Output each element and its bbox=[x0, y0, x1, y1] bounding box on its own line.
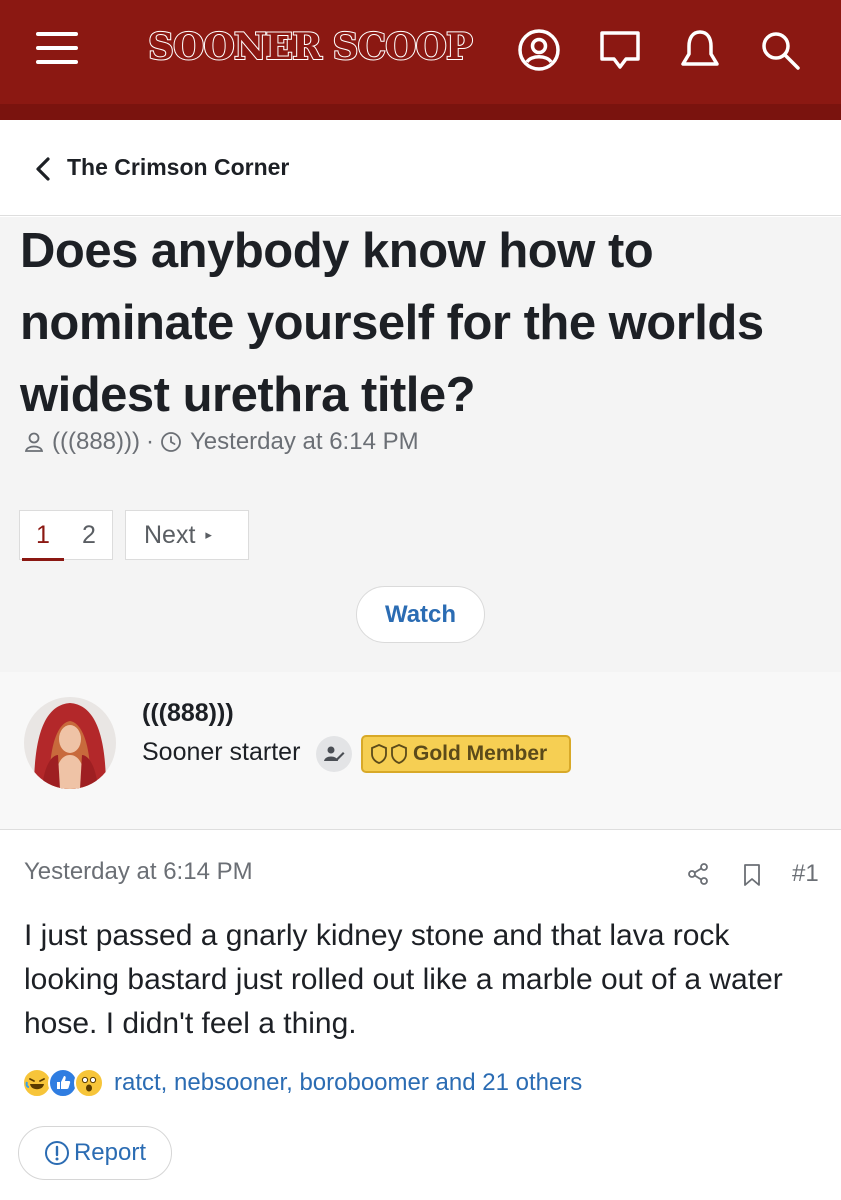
alerts-icon[interactable] bbox=[678, 28, 722, 72]
chevron-left-icon[interactable] bbox=[34, 156, 52, 182]
chat-icon[interactable] bbox=[598, 28, 642, 72]
top-bar-shadow-stripe bbox=[0, 104, 841, 120]
thread-meta: (((888))) · Yesterday at 6:14 PM bbox=[24, 428, 419, 456]
caret-right-icon: ▸ bbox=[205, 527, 212, 542]
search-icon[interactable] bbox=[758, 28, 802, 72]
post-date[interactable]: Yesterday at 6:14 PM bbox=[24, 858, 253, 886]
alert-circle-icon bbox=[44, 1141, 69, 1165]
account-icon[interactable] bbox=[517, 28, 561, 72]
user-icon bbox=[24, 432, 44, 452]
page-1-link[interactable]: 1 bbox=[20, 511, 66, 561]
thread-starter-icon bbox=[316, 736, 352, 772]
breadcrumb-forum-link[interactable]: The Crimson Corner bbox=[67, 154, 289, 181]
next-label: Next bbox=[144, 520, 196, 549]
post-number-link[interactable]: #1 bbox=[792, 860, 819, 888]
share-icon[interactable] bbox=[686, 862, 710, 886]
page-2-link[interactable]: 2 bbox=[66, 511, 112, 559]
report-label: Report bbox=[73, 1139, 147, 1166]
reactions-list-link[interactable]: ratct, nebsooner, boroboomer and 21 othe… bbox=[114, 1069, 582, 1097]
shield-icon bbox=[371, 744, 407, 764]
post-username[interactable]: (((888))) bbox=[142, 699, 234, 728]
user-title: Sooner starter bbox=[142, 738, 301, 766]
thread-author[interactable]: (((888))) bbox=[52, 428, 140, 456]
report-button[interactable]: Report bbox=[18, 1126, 172, 1180]
watch-button[interactable]: Watch bbox=[356, 586, 485, 643]
bookmark-icon[interactable] bbox=[742, 863, 762, 887]
gold-member-badge: Gold Member bbox=[361, 735, 571, 773]
gold-member-label: Gold Member bbox=[413, 742, 548, 765]
page-number-group: 1 2 bbox=[19, 510, 113, 561]
post-body: I just passed a gnarly kidney stone and … bbox=[24, 919, 783, 1040]
next-page-button[interactable]: Next ▸ bbox=[125, 510, 249, 560]
wow-emoji-icon bbox=[74, 1068, 104, 1098]
menu-icon[interactable] bbox=[36, 30, 78, 66]
clock-icon bbox=[161, 432, 181, 452]
meta-separator: · bbox=[146, 428, 154, 455]
avatar[interactable] bbox=[24, 697, 116, 789]
thread-date[interactable]: Yesterday at 6:14 PM bbox=[190, 428, 419, 456]
site-logo[interactable]: SOONER SCOOP bbox=[147, 25, 474, 69]
reactions-bar[interactable]: ratct, nebsooner, boroboomer and 21 othe… bbox=[22, 1068, 582, 1098]
thread-title: Does anybody know how to nominate yourse… bbox=[20, 224, 764, 422]
